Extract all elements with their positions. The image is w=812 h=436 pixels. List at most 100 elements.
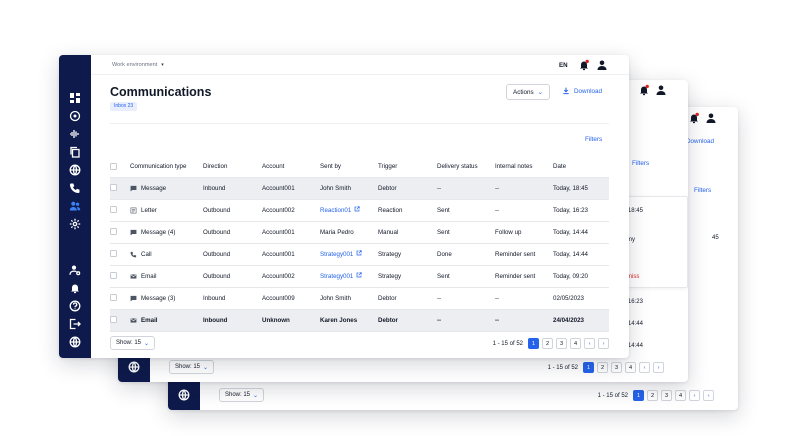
phone-icon <box>130 251 137 258</box>
date-cell: 24/04/2023 <box>553 309 609 332</box>
direction-cell: Inbound <box>203 309 262 332</box>
delivery-status-cell: Done <box>437 243 495 266</box>
row-select-checkbox[interactable] <box>110 177 130 200</box>
globe-icon[interactable] <box>178 389 190 401</box>
page-2[interactable]: 2 <box>542 338 553 349</box>
logout-icon[interactable] <box>69 318 81 330</box>
user-icon[interactable] <box>596 59 608 71</box>
users-icon[interactable] <box>69 200 81 212</box>
column-header[interactable]: Direction <box>203 156 262 178</box>
page-1[interactable]: 1 <box>633 390 644 401</box>
column-header[interactable]: Account <box>262 156 320 178</box>
dashboard-icon[interactable] <box>69 92 81 104</box>
page-2[interactable]: 2 <box>647 390 658 401</box>
copy-icon[interactable] <box>69 146 81 158</box>
date-cell: Today, 09:20 <box>553 265 609 288</box>
next-page-button[interactable]: › <box>598 338 609 349</box>
table-row[interactable]: Letter Outbound Account002 Reaction01 Reacti… <box>110 199 609 222</box>
globe-icon[interactable] <box>69 336 81 348</box>
direction-cell: Inbound <box>203 177 262 200</box>
filters-link[interactable]: Filters <box>632 160 649 167</box>
prev-page-button[interactable]: ‹ <box>639 362 650 373</box>
page-size-select[interactable]: Show: 15 ⌄ <box>219 388 265 402</box>
notifications-icon[interactable] <box>638 84 650 96</box>
sent-by-cell: Reaction01 <box>320 199 378 222</box>
next-page-button[interactable]: › <box>703 390 714 401</box>
page-size-select[interactable]: Show: 15 ⌄ <box>169 360 215 374</box>
table-row[interactable]: Message Inbound Account001 John Smith Debtor… <box>110 177 609 200</box>
table-row[interactable]: Message (3) Inbound Account009 John Smith De… <box>110 287 609 310</box>
workspace-selector[interactable]: Work environment ▾ <box>112 62 164 68</box>
target-icon[interactable] <box>69 110 81 122</box>
page-size-select[interactable]: Show: 15 ⌄ <box>110 336 156 350</box>
prev-page-button[interactable]: ‹ <box>584 338 595 349</box>
row-select-checkbox[interactable] <box>110 199 130 222</box>
column-header[interactable]: Internal notes <box>495 156 553 178</box>
row-select-checkbox[interactable] <box>110 243 130 266</box>
select-all-checkbox[interactable] <box>110 156 130 178</box>
row-select-checkbox[interactable] <box>110 287 130 310</box>
waveform-icon[interactable] <box>69 128 81 140</box>
notifications-icon[interactable] <box>578 59 590 71</box>
notifications-icon[interactable] <box>688 112 700 124</box>
user-icon[interactable] <box>705 112 717 124</box>
download-link[interactable]: Download <box>562 87 602 95</box>
account-cell: Account002 <box>262 265 320 288</box>
account-cell: Account009 <box>262 287 320 310</box>
page-3[interactable]: 3 <box>556 338 567 349</box>
page-3[interactable]: 3 <box>661 390 672 401</box>
page-4[interactable]: 4 <box>570 338 581 349</box>
sent-by-text: John Smith <box>320 184 351 192</box>
trigger-cell: Debtor <box>378 309 437 332</box>
trigger-cell: Strategy <box>378 265 437 288</box>
prev-page-button[interactable]: ‹ <box>689 390 700 401</box>
sent-by-link[interactable]: Reaction01 <box>320 206 360 214</box>
column-header[interactable]: Trigger <box>378 156 437 178</box>
filters-link[interactable]: Filters <box>694 187 711 194</box>
direction-cell: Outbound <box>203 265 262 288</box>
date-cell: 02/05/2023 <box>553 287 609 310</box>
column-header[interactable]: Date <box>553 156 609 178</box>
globe-icon[interactable] <box>128 361 140 373</box>
table-row[interactable]: Email Inbound Unknown Karen Jones Debtor -- --… <box>110 309 609 332</box>
delivery-status-cell: Sent <box>437 265 495 288</box>
user-settings-icon[interactable] <box>69 264 81 276</box>
globe-icon[interactable] <box>69 164 81 176</box>
page-1[interactable]: 1 <box>528 338 539 349</box>
external-link-icon <box>356 250 362 258</box>
column-header[interactable]: Sent by <box>320 156 378 178</box>
column-header[interactable]: Delivery status <box>437 156 495 178</box>
table-row[interactable]: Call Outbound Account001 Strategy001 Strateg… <box>110 243 609 266</box>
page-4[interactable]: 4 <box>675 390 686 401</box>
row-select-checkbox[interactable] <box>110 265 130 288</box>
download-link[interactable]: Download <box>686 138 714 145</box>
email-icon <box>130 317 137 324</box>
direction-cell: Inbound <box>203 287 262 310</box>
page-2[interactable]: 2 <box>597 362 608 373</box>
settings-icon[interactable] <box>69 218 81 230</box>
language-selector[interactable]: EN <box>559 62 568 69</box>
table-row[interactable]: Email Outbound Account002 Strategy001 Strate… <box>110 265 609 288</box>
help-icon[interactable] <box>69 300 81 312</box>
page-4[interactable]: 4 <box>625 362 636 373</box>
page-1[interactable]: 1 <box>583 362 594 373</box>
sent-by-link[interactable]: Strategy001 <box>320 272 362 280</box>
internal-notes-cell: -- <box>495 287 553 310</box>
phone-icon[interactable] <box>69 182 81 194</box>
actions-button[interactable]: Actions ⌄ <box>506 84 550 100</box>
filters-link[interactable]: Filters <box>585 136 602 143</box>
inbox-badge[interactable]: Inbox 23 <box>110 102 138 111</box>
next-page-button[interactable]: › <box>653 362 664 373</box>
bell-icon[interactable] <box>69 282 81 294</box>
user-icon[interactable] <box>655 84 667 96</box>
row-select-checkbox[interactable] <box>110 309 130 332</box>
communication-type: Email <box>141 316 158 324</box>
column-header[interactable]: Communication type <box>130 156 203 178</box>
sent-by-cell: Maria Pedro <box>320 221 378 244</box>
pagination-range: 1 - 15 of 52 <box>547 364 578 371</box>
page-3[interactable]: 3 <box>611 362 622 373</box>
table-row[interactable]: Message (4) Outbound Account001 Maria Pedro… <box>110 221 609 244</box>
row-select-checkbox[interactable] <box>110 221 130 244</box>
sent-by-link[interactable]: Strategy001 <box>320 250 362 258</box>
chevron-down-icon: ⌄ <box>253 392 259 399</box>
